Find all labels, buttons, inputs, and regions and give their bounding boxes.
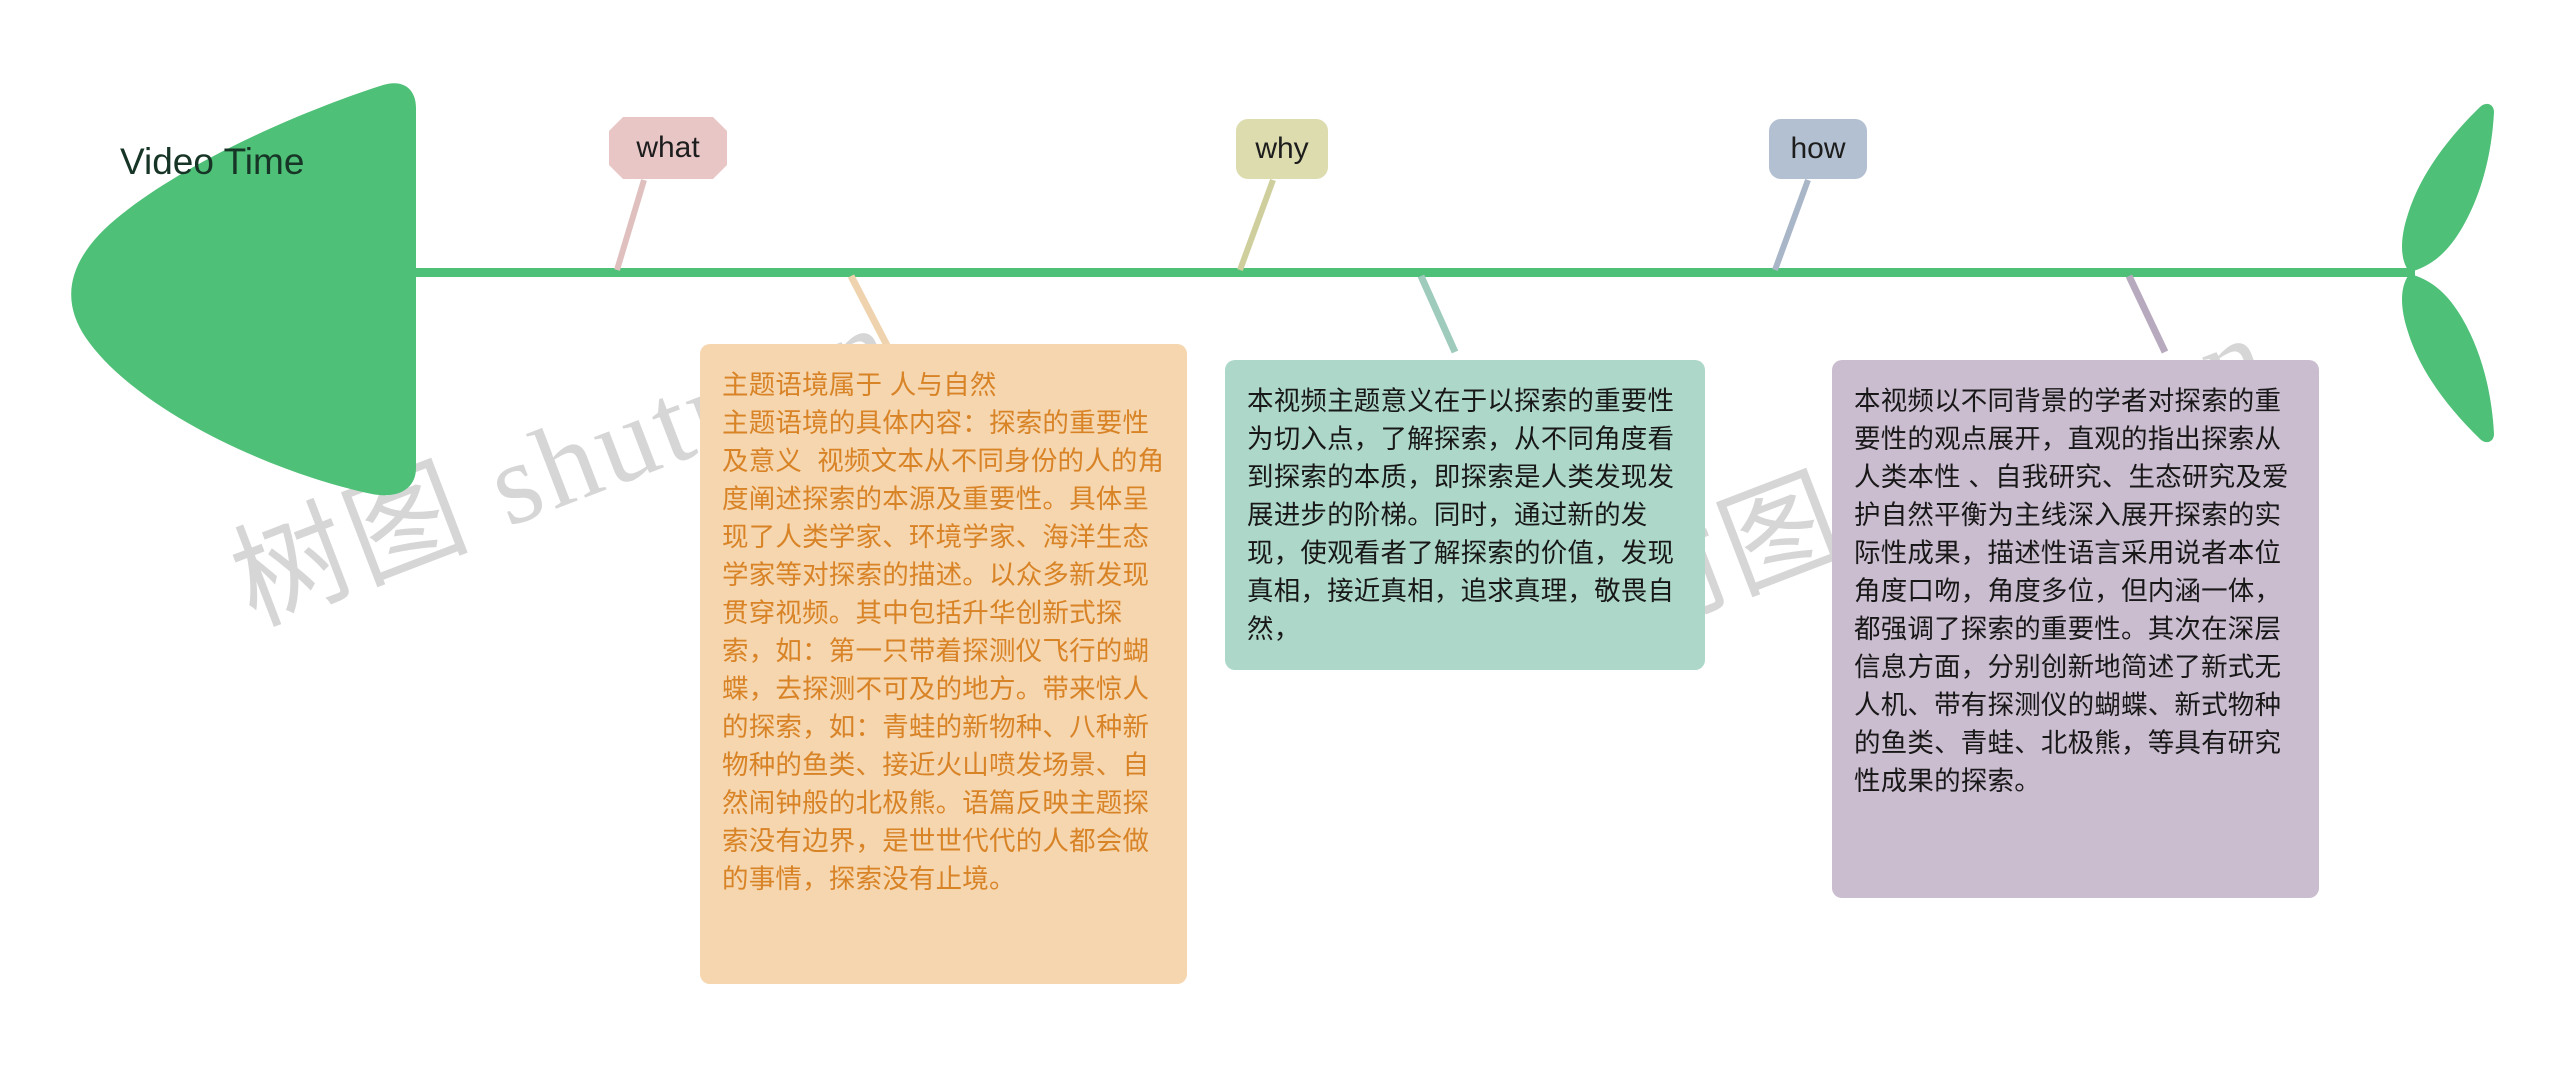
fishbone-tail-upper-leaf — [2402, 103, 2494, 272]
stem-how — [1772, 178, 1811, 272]
fishbone-spine — [255, 268, 2415, 277]
category-label-why[interactable]: why — [1236, 119, 1328, 179]
connector-why — [1417, 274, 1459, 354]
stem-why — [1237, 178, 1276, 272]
content-box-how[interactable]: 本视频以不同背景的学者对探索的重要性的观点展开，直观的指出探索从人类本性 、自我… — [1832, 360, 2319, 898]
fishbone-head-title: Video Time — [120, 141, 305, 182]
content-box-what[interactable]: 主题语境属于 人与自然 主题语境的具体内容：探索的重要性及意义 视频文本从不同身… — [700, 344, 1187, 984]
content-box-why[interactable]: 本视频主题意义在于以探索的重要性为切入点，了解探索，从不同角度看到探索的本质，即… — [1225, 360, 1705, 670]
fishbone-tail-lower-leaf — [2402, 274, 2494, 443]
category-label-how[interactable]: how — [1769, 119, 1867, 179]
fishbone-diagram-canvas: 树图 shutu.cn 树图 shutu.cn Video Time what … — [0, 0, 2560, 1065]
connector-how — [2125, 274, 2169, 354]
stem-what — [614, 179, 647, 271]
category-label-what[interactable]: what — [609, 117, 727, 179]
